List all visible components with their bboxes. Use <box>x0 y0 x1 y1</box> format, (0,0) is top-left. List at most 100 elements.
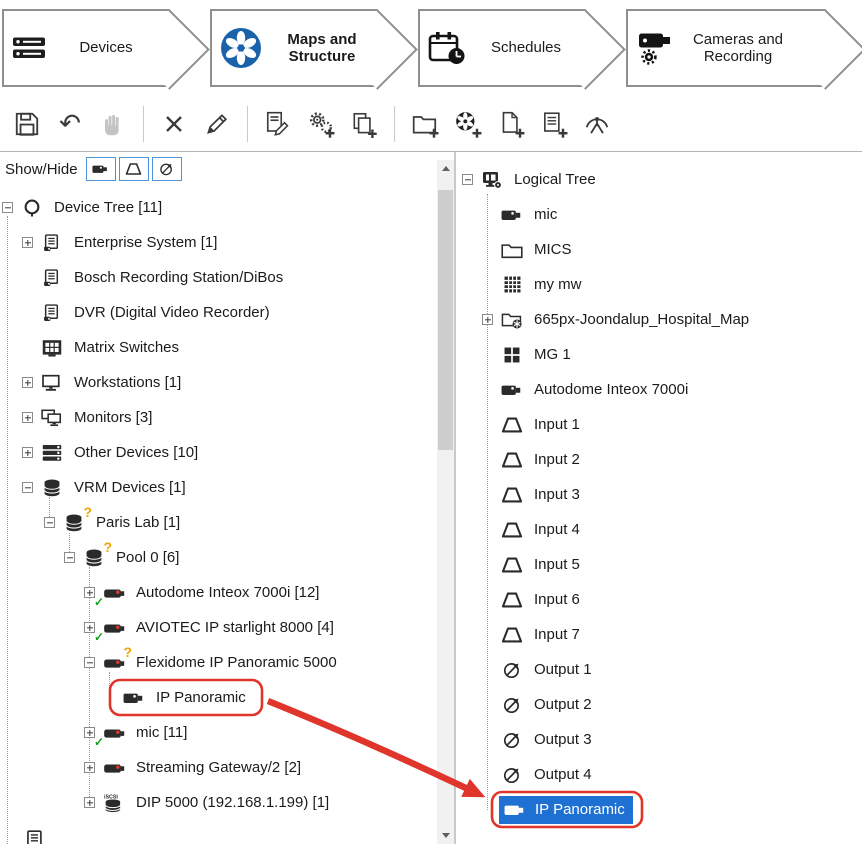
expand-icon[interactable] <box>84 762 95 773</box>
add-device-button[interactable] <box>304 106 338 142</box>
expand-icon[interactable] <box>22 377 33 388</box>
duplicate-button[interactable] <box>347 106 381 142</box>
tree-item-label: Input 5 <box>531 555 583 574</box>
tree-item-dvr[interactable]: DVR (Digital Video Recorder) <box>0 295 454 330</box>
tree-item-dip-5000[interactable]: DIP 5000 (192.168.1.199) [1] <box>0 785 454 820</box>
add-document-icon <box>497 110 525 138</box>
tree-item-my-mw[interactable]: my mw <box>456 267 862 302</box>
tree-item-input-7[interactable]: Input 7 <box>456 617 862 652</box>
schedules-icon <box>428 31 466 65</box>
tree-item-other-devices[interactable]: Other Devices [10] <box>0 435 454 470</box>
tree-item-input-5[interactable]: Input 5 <box>456 547 862 582</box>
expand-icon[interactable] <box>482 314 493 325</box>
tree-item-aviotec[interactable]: AVIOTEC IP starlight 8000 [4] <box>0 610 454 645</box>
edit-document-button[interactable] <box>261 106 295 142</box>
tree-item-paris-lab[interactable]: Paris Lab [1] <box>0 505 454 540</box>
camera-icon <box>502 799 528 821</box>
tree-item-autodome[interactable]: Autodome Inteox 7000i <box>456 372 862 407</box>
tree-item-mic[interactable]: mic <box>456 197 862 232</box>
tab-schedules[interactable]: Schedules <box>418 9 586 87</box>
delete-button[interactable] <box>157 106 191 142</box>
tree-item-enterprise-system[interactable]: Enterprise System [1] <box>0 225 454 260</box>
tree-item-recording-station[interactable]: Bosch Recording Station/DiBos <box>0 260 454 295</box>
tree-item-output-1[interactable]: Output 1 <box>456 652 862 687</box>
undo-button[interactable] <box>53 106 87 142</box>
tree-item-device-tree[interactable]: Device Tree [11] <box>0 190 454 225</box>
tree-item-flexidome[interactable]: Flexidome IP Panoramic 5000 <box>0 645 454 680</box>
antenna-button[interactable] <box>580 106 614 142</box>
tree-item-output-3[interactable]: Output 3 <box>456 722 862 757</box>
collapse-icon[interactable] <box>462 174 473 185</box>
add-document-button[interactable] <box>494 106 528 142</box>
output-filter-toggle[interactable] <box>152 157 182 181</box>
input-filter-toggle[interactable] <box>119 157 149 181</box>
tree-item-mics[interactable]: MICS <box>456 232 862 267</box>
expand-icon[interactable] <box>84 797 95 808</box>
input-icon <box>125 162 142 176</box>
show-hide-bar: Show/Hide <box>0 152 454 186</box>
tree-item-hospital-map[interactable]: 665px-Joondalup_Hospital_Map <box>456 302 862 337</box>
scrollbar-thumb[interactable] <box>438 190 453 450</box>
cameras-icon <box>636 31 678 65</box>
expand-icon[interactable] <box>84 727 95 738</box>
tab-maps-and-structure[interactable]: Maps and Structure <box>210 9 378 87</box>
devices-icon <box>12 35 46 61</box>
collapse-icon[interactable] <box>44 517 55 528</box>
other-devices-icon <box>39 442 65 464</box>
tree-item-label: MICS <box>531 240 575 259</box>
save-button[interactable] <box>10 106 44 142</box>
tree-item-workstations[interactable]: Workstations [1] <box>0 365 454 400</box>
tree-item-autodome[interactable]: Autodome Inteox 7000i [12] <box>0 575 454 610</box>
expand-icon[interactable] <box>22 412 33 423</box>
status-check-icon <box>94 629 104 645</box>
collapse-icon[interactable] <box>64 552 75 563</box>
collapse-icon[interactable] <box>2 202 13 213</box>
scroll-up-button[interactable] <box>437 160 454 177</box>
scroll-down-button[interactable] <box>437 827 454 844</box>
tree-item-ip-panoramic-target[interactable]: IP Panoramic <box>456 792 862 827</box>
tree-item-label: Input 3 <box>531 485 583 504</box>
matrix-switches-icon <box>39 337 65 359</box>
tree-item-output-2[interactable]: Output 2 <box>456 687 862 722</box>
camera-filter-toggle[interactable] <box>86 157 116 181</box>
pan-button <box>96 106 130 142</box>
collapse-icon[interactable] <box>84 657 95 668</box>
tree-item-matrix-switches[interactable]: Matrix Switches <box>0 330 454 365</box>
navigation-tab-bar: Devices Maps and Structure Schedules Cam… <box>0 0 862 96</box>
tree-item-output-4[interactable]: Output 4 <box>456 757 862 792</box>
tab-devices[interactable]: Devices <box>2 9 170 87</box>
tree-item-input-1[interactable]: Input 1 <box>456 407 862 442</box>
tab-cameras-and-recording[interactable]: Cameras and Recording <box>626 9 826 87</box>
dvr-icon <box>39 302 65 324</box>
expand-icon[interactable] <box>84 587 95 598</box>
add-map-button[interactable] <box>451 106 485 142</box>
tree-item-monitors[interactable]: Monitors [3] <box>0 400 454 435</box>
recording-station-icon <box>39 267 65 289</box>
output-icon <box>499 694 525 716</box>
expand-icon[interactable] <box>84 622 95 633</box>
expand-icon[interactable] <box>22 237 33 248</box>
collapse-icon[interactable] <box>22 482 33 493</box>
tree-item-input-2[interactable]: Input 2 <box>456 442 862 477</box>
tree-item-label: mic [11] <box>133 723 190 742</box>
selected-tree-item[interactable]: IP Panoramic <box>499 796 633 824</box>
tree-item-label: Bosch Recording Station/DiBos <box>71 268 286 287</box>
vertical-scrollbar[interactable] <box>437 160 454 844</box>
tree-item-mg-1[interactable]: MG 1 <box>456 337 862 372</box>
encoder-icon <box>101 617 127 639</box>
add-folder-icon <box>411 110 439 138</box>
add-list-button[interactable] <box>537 106 571 142</box>
tree-item-ip-panoramic-source[interactable]: IP Panoramic <box>0 680 454 715</box>
tree-item-input-4[interactable]: Input 4 <box>456 512 862 547</box>
tree-item-pool-0[interactable]: Pool 0 [6] <box>0 540 454 575</box>
database-icon <box>81 547 107 569</box>
rename-button[interactable] <box>200 106 234 142</box>
tree-item-logical-tree[interactable]: Logical Tree <box>456 162 862 197</box>
tree-item-vrm-devices[interactable]: VRM Devices [1] <box>0 470 454 505</box>
tree-item-input-6[interactable]: Input 6 <box>456 582 862 617</box>
expand-icon[interactable] <box>22 447 33 458</box>
tree-item-mic[interactable]: mic [11] <box>0 715 454 750</box>
add-folder-button[interactable] <box>408 106 442 142</box>
tree-item-input-3[interactable]: Input 3 <box>456 477 862 512</box>
tree-item-streaming-gateway[interactable]: Streaming Gateway/2 [2] <box>0 750 454 785</box>
